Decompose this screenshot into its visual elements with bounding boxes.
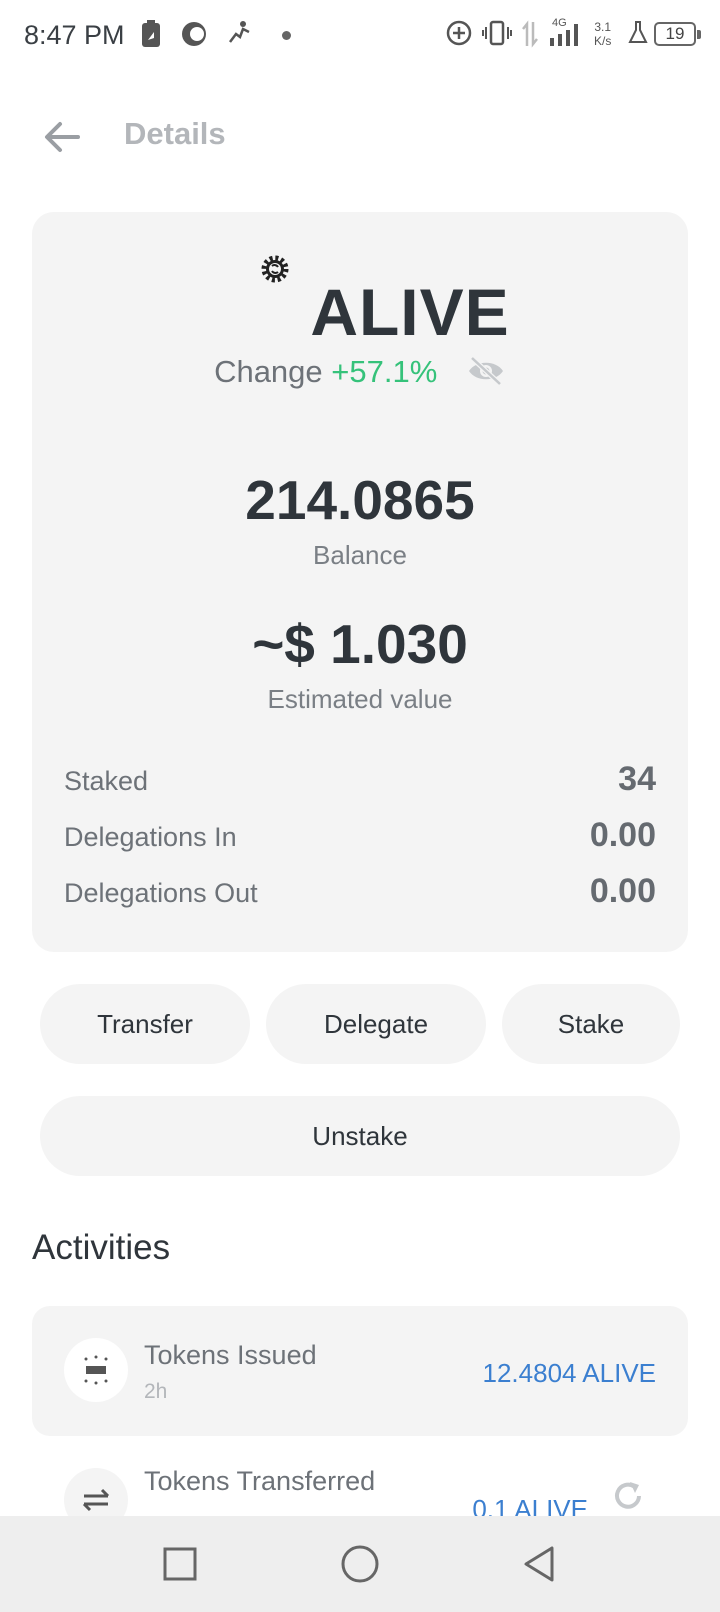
- network-speed-value: 3.1: [594, 20, 612, 34]
- stat-value: 0.00: [589, 816, 656, 854]
- stat-label: Delegations Out: [64, 878, 258, 908]
- stat-label: Delegations In: [64, 822, 237, 852]
- token-name: ALIVE: [310, 275, 510, 349]
- stat-label: Staked: [64, 766, 149, 796]
- vibrate-icon: [482, 20, 512, 51]
- app-notification-icon: [180, 20, 208, 53]
- stat-row-staked: Staked 34: [64, 760, 656, 800]
- estimated-value-label: Estimated value: [267, 684, 453, 714]
- eye-off-icon[interactable]: [466, 355, 506, 387]
- system-back-button[interactable]: [518, 1542, 562, 1586]
- home-button[interactable]: [338, 1542, 382, 1586]
- system-nav-bar: [0, 1516, 720, 1612]
- battery-indicator: 19: [654, 22, 701, 46]
- page-title: Details: [124, 116, 226, 151]
- network-speed: 3.1 K/s: [594, 20, 611, 48]
- change-label: Change: [214, 354, 323, 389]
- stake-button[interactable]: Stake: [502, 984, 680, 1064]
- network-speed-unit: K/s: [594, 34, 612, 48]
- change-row: Change +57.1%: [32, 354, 688, 390]
- signal-icon: 4G: [548, 16, 582, 53]
- activity-title: Tokens Issued: [144, 1340, 317, 1370]
- recents-button[interactable]: [158, 1542, 202, 1586]
- activity-time: 2h: [144, 1380, 168, 1403]
- change-value: +57.1%: [331, 354, 438, 389]
- lab-flask-icon: [628, 20, 648, 51]
- delegate-button[interactable]: Delegate: [266, 984, 486, 1064]
- status-bar: 8:47 PM 4G 3.1 K/s 19: [0, 0, 720, 72]
- activity-icon: [226, 20, 252, 51]
- app-header: Details: [0, 96, 720, 176]
- triangle-back-icon: [524, 1546, 554, 1582]
- balance-value: 214.0865: [245, 469, 475, 531]
- data-transfer-icon: [522, 20, 538, 53]
- tokens-issued-icon: [64, 1338, 128, 1402]
- battery-saver-icon: [140, 20, 162, 53]
- back-button[interactable]: [38, 112, 88, 162]
- stat-row-delegations-out: Delegations Out 0.00: [64, 872, 656, 912]
- activity-amount: 12.4804 ALIVE: [482, 1358, 656, 1388]
- circle-icon: [341, 1545, 379, 1583]
- notification-dot: [282, 31, 291, 40]
- unstake-button[interactable]: Unstake: [40, 1096, 680, 1176]
- estimated-value: ~$ 1.030: [252, 613, 468, 675]
- activity-title: Tokens Transferred: [144, 1466, 376, 1496]
- status-time: 8:47 PM: [24, 20, 125, 50]
- activity-item[interactable]: Tokens Issued 2h 12.4804 ALIVE: [32, 1306, 688, 1436]
- data-saver-icon: [446, 20, 472, 51]
- transfer-button[interactable]: Transfer: [40, 984, 250, 1064]
- token-summary-card: ALIVE Change +57.1% 214.0865 Balance ~$ …: [32, 212, 688, 952]
- arrow-left-icon: [45, 122, 80, 152]
- balance-label: Balance: [313, 540, 407, 570]
- square-icon: [163, 1547, 197, 1581]
- svg-text:4G: 4G: [552, 17, 567, 29]
- activities-title: Activities: [32, 1228, 171, 1267]
- refresh-icon[interactable]: [610, 1478, 646, 1519]
- stat-row-delegations-in: Delegations In 0.00: [64, 816, 656, 856]
- stat-value: 0.00: [589, 872, 656, 910]
- stat-value: 34: [618, 760, 656, 798]
